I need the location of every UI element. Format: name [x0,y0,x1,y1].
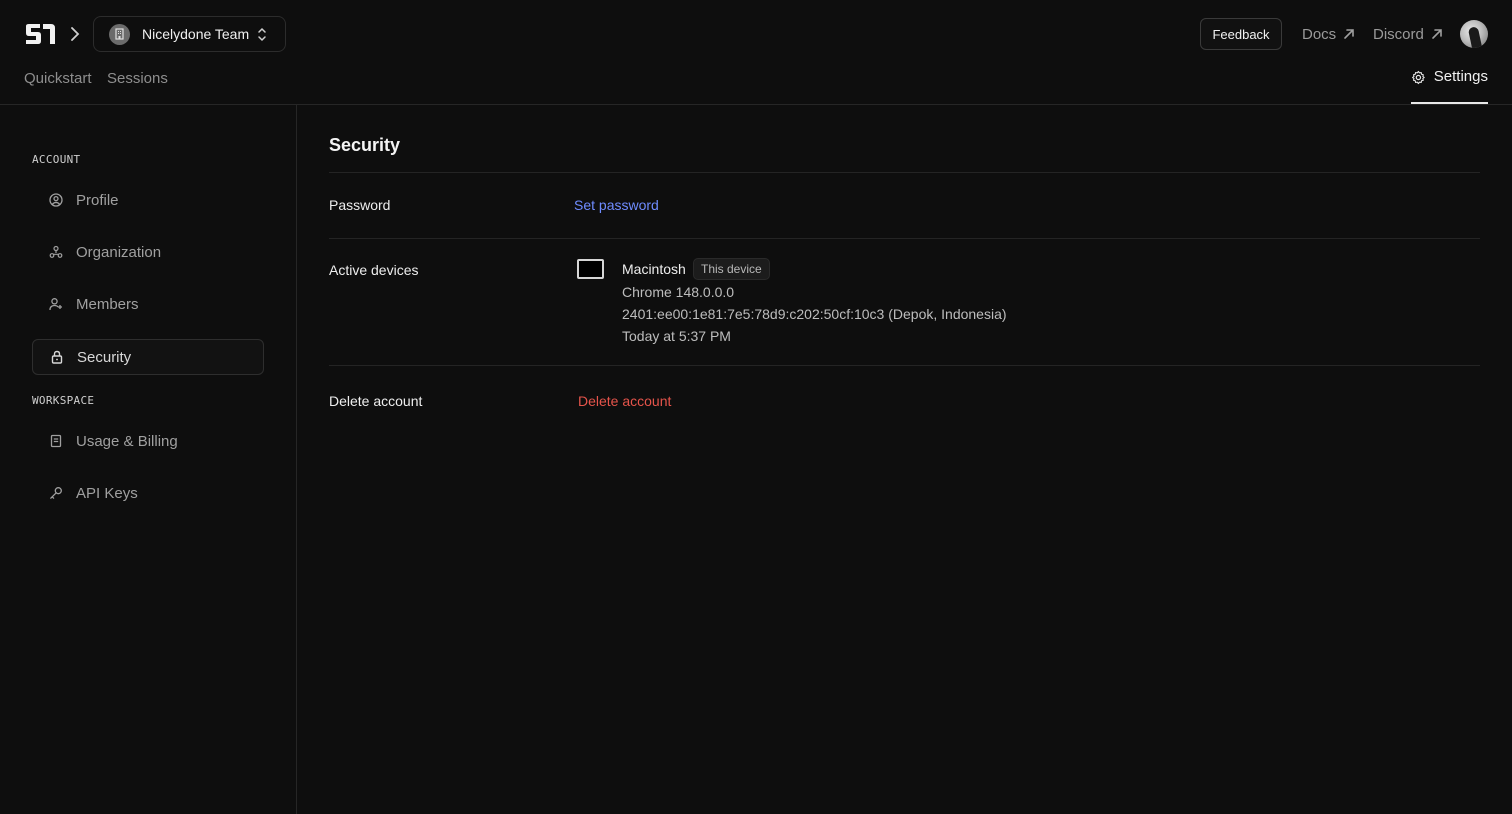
this-device-badge: This device [693,258,770,280]
tab-quickstart[interactable]: Quickstart [24,70,92,87]
settings-sidebar: ACCOUNT Profile Organization Members Sec… [0,105,297,814]
discord-link-label: Discord [1373,25,1424,43]
settings-tab-label: Settings [1433,68,1488,85]
app-logo-icon[interactable] [24,22,57,46]
device-name: Macintosh [622,261,686,277]
divider [329,238,1480,239]
sidebar-item-label: Usage & Billing [76,432,178,450]
delete-account-button[interactable]: Delete account [578,393,671,409]
workspace-heading: WORKSPACE [32,394,95,407]
tab-sessions[interactable]: Sessions [107,70,168,87]
arrow-up-right-icon [1432,29,1442,39]
sidebar-item-label: Members [76,295,139,313]
sidebar-item-organization[interactable]: Organization [32,234,264,270]
delete-account-label: Delete account [329,393,423,409]
chevron-up-down-icon [258,27,266,42]
security-panel: Security Password Set password Active de… [298,105,1512,814]
team-avatar [109,23,130,45]
feedback-button[interactable]: Feedback [1200,18,1282,50]
user-avatar[interactable] [1460,20,1488,48]
discord-link[interactable]: Discord [1373,24,1443,44]
top-bar: Nicelydone Team Feedback Docs Discord Qu… [0,0,1512,105]
device-ip-location: 2401:ee00:1e81:7e5:78d9:c202:50cf:10c3 (… [622,306,1007,322]
sidebar-item-label: Organization [76,243,162,261]
divider [329,172,1480,173]
building-icon [115,28,124,40]
active-devices-label: Active devices [329,262,419,278]
password-label: Password [329,197,391,213]
arrow-up-right-icon [1344,29,1354,39]
sidebar-item-members[interactable]: Members [32,286,264,322]
desktop-icon [577,259,604,279]
team-switcher[interactable]: Nicelydone Team [93,16,286,52]
sidebar-item-usage-billing[interactable]: Usage & Billing [32,423,264,459]
sidebar-item-label: API Keys [76,484,138,502]
docs-link[interactable]: Docs [1302,24,1355,44]
lock-icon [50,350,64,364]
sidebar-item-label: Security [77,348,132,366]
tab-settings[interactable]: Settings [1411,68,1488,104]
account-heading: ACCOUNT [32,153,81,166]
user-plus-icon [49,297,63,311]
organization-icon [49,245,63,259]
divider [329,365,1480,366]
docs-link-label: Docs [1302,25,1337,43]
sidebar-item-profile[interactable]: Profile [32,182,264,218]
set-password-link[interactable]: Set password [574,197,659,213]
page-title: Security [329,135,401,155]
receipt-icon [49,434,63,448]
device-browser: Chrome 148.0.0.0 [622,284,735,300]
sidebar-item-api-keys[interactable]: API Keys [32,475,264,511]
device-last-active: Today at 5:37 PM [622,328,731,344]
sidebar-item-label: Profile [76,191,119,209]
user-circle-icon [49,193,63,207]
team-name: Nicelydone Team [142,26,250,42]
sidebar-item-security[interactable]: Security [32,339,264,375]
chevron-right-icon [71,27,80,41]
gear-icon [1412,70,1425,85]
key-icon [49,486,63,500]
